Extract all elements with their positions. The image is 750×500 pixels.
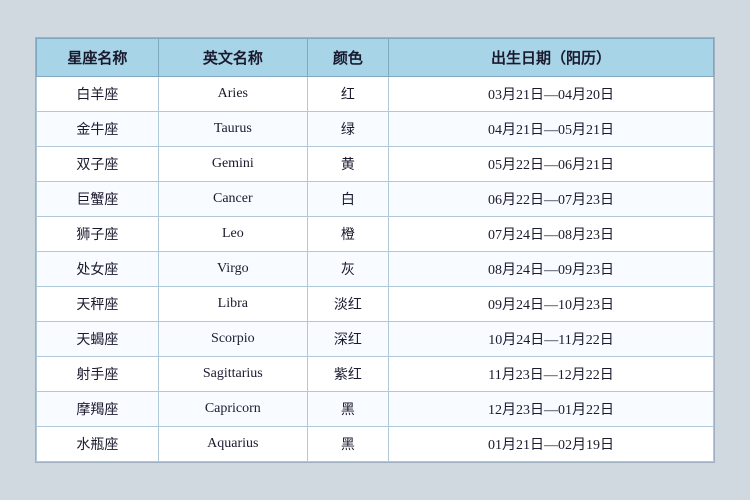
table-row: 金牛座Taurus绿04月21日—05月21日: [37, 112, 714, 147]
cell-date: 11月23日—12月22日: [389, 357, 714, 392]
cell-chinese: 摩羯座: [37, 392, 159, 427]
table-row: 摩羯座Capricorn黑12月23日—01月22日: [37, 392, 714, 427]
table-body: 白羊座Aries红03月21日—04月20日金牛座Taurus绿04月21日—0…: [37, 77, 714, 462]
table-row: 射手座Sagittarius紫红11月23日—12月22日: [37, 357, 714, 392]
cell-color: 黑: [307, 392, 388, 427]
cell-english: Scorpio: [158, 322, 307, 357]
header-english: 英文名称: [158, 39, 307, 77]
table-row: 天蝎座Scorpio深红10月24日—11月22日: [37, 322, 714, 357]
cell-english: Gemini: [158, 147, 307, 182]
cell-color: 灰: [307, 252, 388, 287]
cell-chinese: 处女座: [37, 252, 159, 287]
table-row: 狮子座Leo橙07月24日—08月23日: [37, 217, 714, 252]
cell-chinese: 白羊座: [37, 77, 159, 112]
cell-date: 09月24日—10月23日: [389, 287, 714, 322]
table-row: 处女座Virgo灰08月24日—09月23日: [37, 252, 714, 287]
header-color: 颜色: [307, 39, 388, 77]
cell-date: 12月23日—01月22日: [389, 392, 714, 427]
cell-chinese: 射手座: [37, 357, 159, 392]
cell-date: 04月21日—05月21日: [389, 112, 714, 147]
cell-date: 10月24日—11月22日: [389, 322, 714, 357]
cell-color: 黑: [307, 427, 388, 462]
table-row: 水瓶座Aquarius黑01月21日—02月19日: [37, 427, 714, 462]
table-row: 白羊座Aries红03月21日—04月20日: [37, 77, 714, 112]
cell-color: 紫红: [307, 357, 388, 392]
cell-english: Virgo: [158, 252, 307, 287]
cell-english: Cancer: [158, 182, 307, 217]
cell-color: 深红: [307, 322, 388, 357]
cell-chinese: 天蝎座: [37, 322, 159, 357]
cell-chinese: 天秤座: [37, 287, 159, 322]
cell-color: 红: [307, 77, 388, 112]
cell-english: Taurus: [158, 112, 307, 147]
cell-color: 黄: [307, 147, 388, 182]
cell-date: 08月24日—09月23日: [389, 252, 714, 287]
zodiac-table-container: 星座名称 英文名称 颜色 出生日期（阳历） 白羊座Aries红03月21日—04…: [35, 37, 715, 463]
cell-color: 绿: [307, 112, 388, 147]
cell-date: 03月21日—04月20日: [389, 77, 714, 112]
table-header-row: 星座名称 英文名称 颜色 出生日期（阳历）: [37, 39, 714, 77]
cell-english: Leo: [158, 217, 307, 252]
cell-english: Libra: [158, 287, 307, 322]
zodiac-table: 星座名称 英文名称 颜色 出生日期（阳历） 白羊座Aries红03月21日—04…: [36, 38, 714, 462]
cell-chinese: 双子座: [37, 147, 159, 182]
cell-date: 06月22日—07月23日: [389, 182, 714, 217]
table-row: 双子座Gemini黄05月22日—06月21日: [37, 147, 714, 182]
cell-chinese: 金牛座: [37, 112, 159, 147]
cell-color: 淡红: [307, 287, 388, 322]
cell-english: Aries: [158, 77, 307, 112]
cell-chinese: 水瓶座: [37, 427, 159, 462]
header-chinese: 星座名称: [37, 39, 159, 77]
cell-chinese: 巨蟹座: [37, 182, 159, 217]
table-row: 天秤座Libra淡红09月24日—10月23日: [37, 287, 714, 322]
table-row: 巨蟹座Cancer白06月22日—07月23日: [37, 182, 714, 217]
header-date: 出生日期（阳历）: [389, 39, 714, 77]
cell-english: Sagittarius: [158, 357, 307, 392]
cell-date: 01月21日—02月19日: [389, 427, 714, 462]
cell-date: 07月24日—08月23日: [389, 217, 714, 252]
cell-english: Aquarius: [158, 427, 307, 462]
cell-english: Capricorn: [158, 392, 307, 427]
cell-date: 05月22日—06月21日: [389, 147, 714, 182]
cell-color: 橙: [307, 217, 388, 252]
cell-color: 白: [307, 182, 388, 217]
cell-chinese: 狮子座: [37, 217, 159, 252]
